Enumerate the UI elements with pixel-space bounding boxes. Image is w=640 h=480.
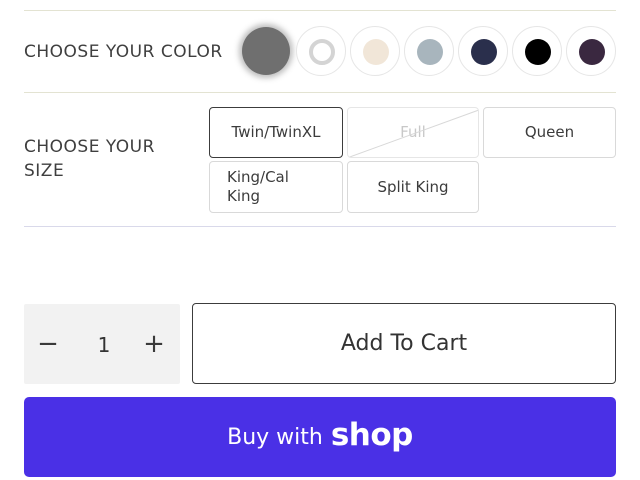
size-option-queen[interactable]: Queen bbox=[483, 107, 616, 158]
quantity-stepper: − + bbox=[24, 304, 180, 384]
size-option-king-cal-king[interactable]: King/Cal King bbox=[209, 161, 343, 213]
add-to-cart-button[interactable]: Add To Cart bbox=[192, 303, 616, 384]
product-options-panel: CHOOSE YOUR COLOR CHOOSE YOUR SIZE Twin/… bbox=[0, 0, 640, 480]
color-swatch-white[interactable] bbox=[296, 26, 346, 76]
size-option-twin-twinxl[interactable]: Twin/TwinXL bbox=[209, 107, 343, 158]
divider-top bbox=[24, 10, 616, 11]
size-option-full-unavailable[interactable]: Full bbox=[347, 107, 479, 158]
shop-logo: shop bbox=[330, 417, 414, 453]
size-option-split-king[interactable]: Split King bbox=[347, 161, 479, 213]
quantity-decrease-button[interactable]: − bbox=[30, 326, 66, 362]
color-swatch-cream[interactable] bbox=[350, 26, 400, 76]
size-section-label: CHOOSE YOUR SIZE bbox=[24, 137, 155, 181]
color-section-label: CHOOSE YOUR COLOR bbox=[24, 42, 223, 62]
color-swatch-black[interactable] bbox=[512, 26, 562, 76]
quantity-increase-button[interactable]: + bbox=[136, 326, 172, 362]
color-swatch-blue-grey[interactable] bbox=[404, 26, 454, 76]
size-option-king-label: King/Cal King bbox=[227, 168, 289, 205]
divider-middle bbox=[24, 92, 616, 93]
color-swatch-grey-selected[interactable] bbox=[242, 27, 290, 75]
quantity-input[interactable] bbox=[82, 328, 126, 362]
color-swatch-navy[interactable] bbox=[458, 26, 508, 76]
divider-bottom bbox=[24, 226, 616, 227]
buy-with-label: Buy with bbox=[227, 424, 323, 450]
unavailable-strike-line bbox=[348, 108, 478, 157]
color-swatch-plum[interactable] bbox=[566, 26, 616, 76]
buy-with-shop-button[interactable]: Buy with shop bbox=[24, 397, 616, 477]
